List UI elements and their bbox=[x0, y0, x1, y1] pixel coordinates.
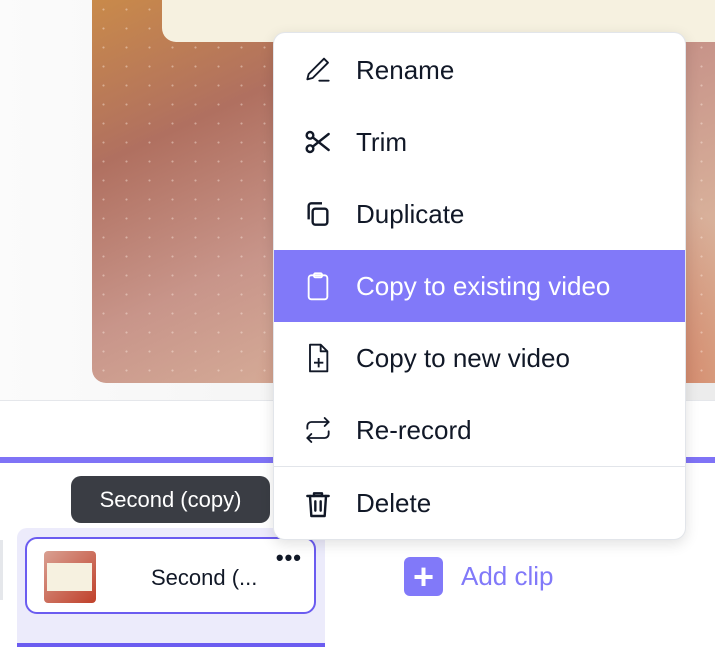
file-plus-icon bbox=[309, 343, 329, 373]
more-options-icon[interactable]: ••• bbox=[276, 545, 302, 571]
menu-item-label: Copy to existing video bbox=[356, 270, 611, 301]
clipboard-icon bbox=[307, 272, 329, 301]
previous-clip-edge[interactable] bbox=[0, 540, 3, 600]
menu-item-duplicate[interactable]: Duplicate bbox=[274, 178, 685, 250]
selected-clip-indicator bbox=[17, 643, 325, 647]
menu-item-label: Duplicate bbox=[356, 198, 465, 229]
clip-tooltip: Second (copy) bbox=[71, 476, 270, 523]
clip-card[interactable]: Second (... ••• bbox=[25, 537, 316, 614]
clip-thumbnail bbox=[44, 551, 96, 603]
menu-item-label: Delete bbox=[356, 488, 432, 518]
menu-item-rename[interactable]: Rename bbox=[274, 34, 685, 106]
menu-item-copy-to-existing-video[interactable]: Copy to existing video bbox=[274, 250, 685, 322]
clip-title: Second (... bbox=[151, 565, 258, 590]
add-clip-label: Add clip bbox=[461, 561, 554, 591]
menu-item-label: Copy to new video bbox=[356, 342, 570, 373]
trash-icon bbox=[306, 491, 330, 517]
add-clip-button[interactable]: + Add clip bbox=[404, 557, 554, 596]
repeat-icon bbox=[306, 417, 330, 443]
menu-item-label: Trim bbox=[356, 126, 408, 157]
pencil-icon bbox=[306, 57, 330, 82]
menu-item-label: Rename bbox=[356, 54, 455, 85]
clip-context-menu: Rename Trim Duplicate Copy to existing v… bbox=[273, 32, 686, 540]
menu-item-re-record[interactable]: Re-record bbox=[274, 394, 685, 466]
menu-item-label: Re-record bbox=[356, 414, 472, 445]
scissors-icon bbox=[305, 130, 330, 154]
duplicate-icon bbox=[307, 202, 329, 226]
menu-item-trim[interactable]: Trim bbox=[274, 106, 685, 178]
menu-item-delete[interactable]: Delete bbox=[274, 467, 685, 539]
plus-icon: + bbox=[404, 557, 443, 596]
menu-item-copy-to-new-video[interactable]: Copy to new video bbox=[274, 322, 685, 394]
